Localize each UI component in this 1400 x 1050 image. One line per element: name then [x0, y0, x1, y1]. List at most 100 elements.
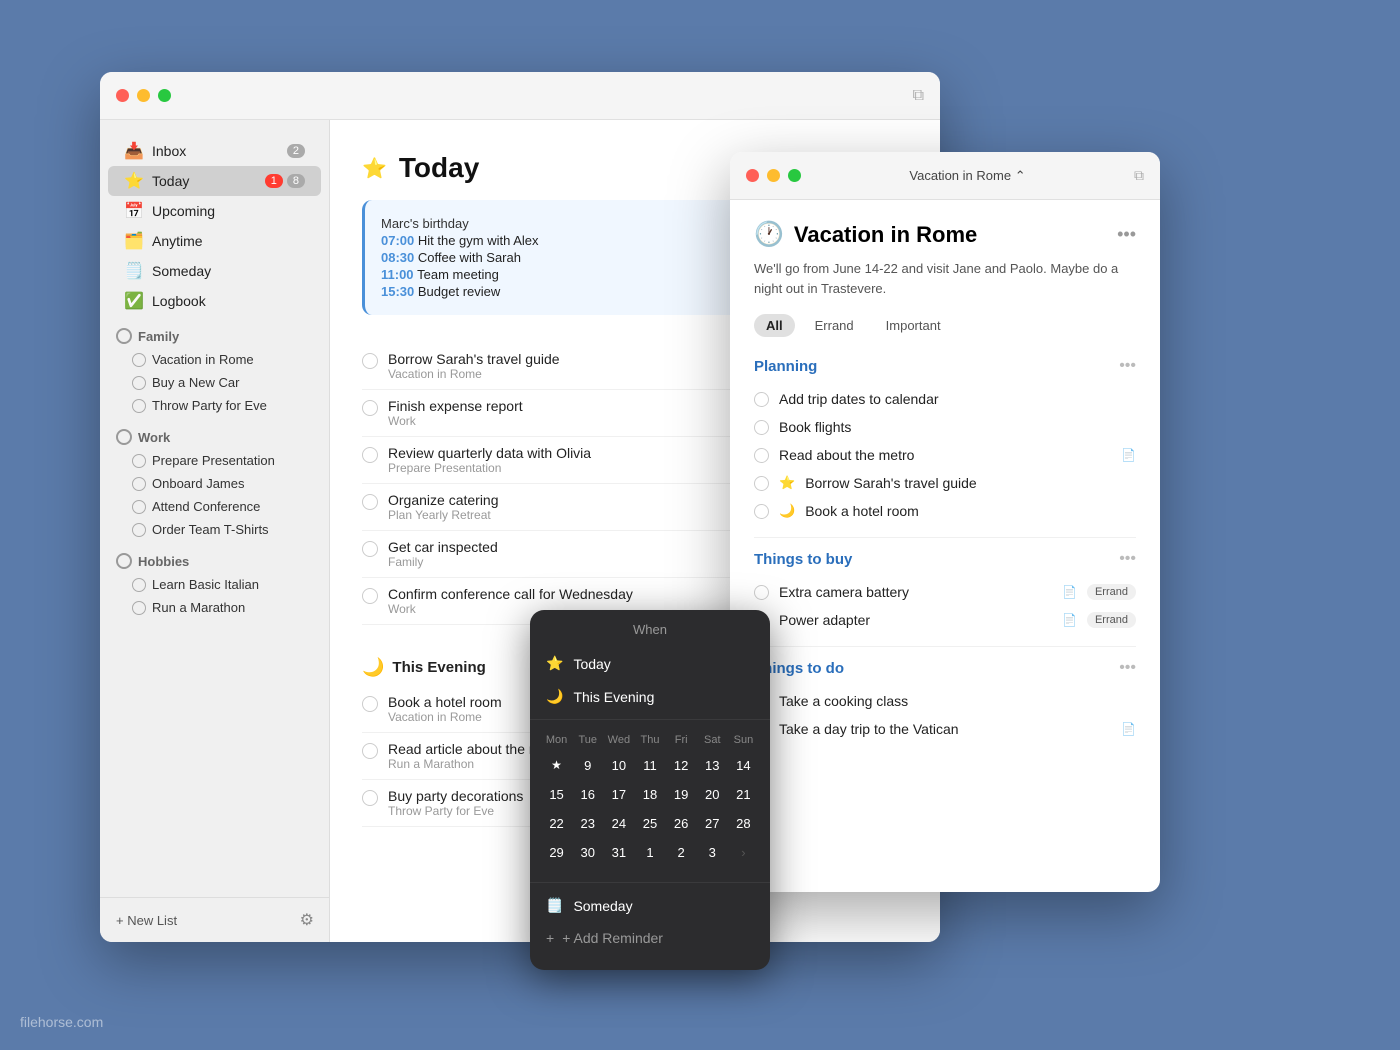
cal-cell[interactable]: 13	[699, 752, 725, 778]
add-reminder-label: + Add Reminder	[562, 930, 663, 946]
cal-cell[interactable]: 25	[637, 810, 663, 836]
settings-icon[interactable]: ⚙	[300, 910, 314, 930]
tag-important[interactable]: Important	[874, 314, 953, 337]
cal-next-month[interactable]: ›	[730, 839, 756, 865]
sidebar-item-upcoming[interactable]: 📅 Upcoming	[108, 196, 321, 226]
cal-cell[interactable]: 14	[730, 752, 756, 778]
cal-cell[interactable]: 21	[730, 781, 756, 807]
rome-buy-checkbox-0[interactable]	[754, 585, 769, 600]
close-button[interactable]	[116, 89, 129, 102]
cal-cell[interactable]: 19	[668, 781, 694, 807]
event-1-time: 07:00	[381, 233, 418, 248]
rome-planning-title[interactable]: Planning	[754, 358, 817, 375]
rome-checkbox-1[interactable]	[754, 420, 769, 435]
sidebar-item-prepare-presentation[interactable]: Prepare Presentation	[100, 449, 329, 472]
rome-things-buy-title[interactable]: Things to buy	[754, 551, 852, 568]
event-3-time: 11:00	[381, 267, 417, 282]
cal-cell[interactable]: 16	[575, 781, 601, 807]
rome-copy-icon[interactable]: ⧉	[1134, 167, 1144, 184]
sidebar-item-order-tshirts[interactable]: Order Team T-Shirts	[100, 518, 329, 541]
minimize-button[interactable]	[137, 89, 150, 102]
cal-cell[interactable]: 28	[730, 810, 756, 836]
task-checkbox-4[interactable]	[362, 541, 378, 557]
rome-things-do-header: Things to do •••	[754, 659, 1136, 677]
cal-cell[interactable]: 31	[606, 839, 632, 865]
task-checkbox-3[interactable]	[362, 494, 378, 510]
evening-sub-2: Throw Party for Eve	[388, 804, 523, 818]
rome-checkbox-2[interactable]	[754, 448, 769, 463]
cal-cell[interactable]: 15	[544, 781, 570, 807]
sidebar-item-someday[interactable]: 🗒️ Someday	[108, 256, 321, 286]
evening-name-2: Buy party decorations	[388, 788, 523, 804]
task-checkbox-0[interactable]	[362, 353, 378, 369]
when-add-reminder[interactable]: + + Add Reminder	[546, 922, 754, 954]
new-list-button[interactable]: + New List	[116, 913, 177, 928]
rome-do-dots[interactable]: •••	[1119, 659, 1136, 677]
rome-task-name-2: Read about the metro	[779, 447, 1111, 463]
rome-more-dots[interactable]: •••	[1117, 224, 1136, 245]
cal-cell[interactable]: 23	[575, 810, 601, 836]
sidebar-item-inbox[interactable]: 📥 Inbox 2	[108, 136, 321, 166]
sidebar-item-logbook[interactable]: ✅ Logbook	[108, 286, 321, 316]
car-label: Buy a New Car	[152, 375, 239, 390]
cal-cell[interactable]: 17	[606, 781, 632, 807]
when-today-option[interactable]: ⭐ Today	[530, 647, 770, 680]
evening-checkbox-0[interactable]	[362, 696, 378, 712]
task-checkbox-2[interactable]	[362, 447, 378, 463]
sidebar-item-buy-car[interactable]: Buy a New Car	[100, 371, 329, 394]
cal-cell[interactable]: 18	[637, 781, 663, 807]
rome-buy-dots[interactable]: •••	[1119, 550, 1136, 568]
cal-cell[interactable]: 30	[575, 839, 601, 865]
task-checkbox-5[interactable]	[362, 588, 378, 604]
cal-star[interactable]: ★	[544, 752, 570, 778]
rome-planning-dots[interactable]: •••	[1119, 357, 1136, 375]
hobbies-circle-icon	[116, 553, 132, 569]
cal-cell[interactable]: 10	[606, 752, 632, 778]
cal-cell[interactable]: 3	[699, 839, 725, 865]
sidebar-item-anytime[interactable]: 🗂️ Anytime	[108, 226, 321, 256]
cal-cell[interactable]: 20	[699, 781, 725, 807]
task-text-0: Borrow Sarah's travel guide Vacation in …	[388, 351, 560, 381]
task-sub-2: Prepare Presentation	[388, 461, 591, 475]
copy-icon[interactable]: ⧉	[913, 87, 924, 105]
rome-checkbox-0[interactable]	[754, 392, 769, 407]
sidebar-item-onboard-james[interactable]: Onboard James	[100, 472, 329, 495]
cal-cell[interactable]: 24	[606, 810, 632, 836]
cal-cell[interactable]: 27	[699, 810, 725, 836]
tag-errand[interactable]: Errand	[803, 314, 866, 337]
rome-minimize-button[interactable]	[767, 169, 780, 182]
tag-all[interactable]: All	[754, 314, 795, 337]
cal-cell[interactable]: 9	[575, 752, 601, 778]
rome-maximize-button[interactable]	[788, 169, 801, 182]
sidebar-item-vacation-rome[interactable]: Vacation in Rome	[100, 348, 329, 371]
sidebar-item-today[interactable]: ⭐ Today 1 8	[108, 166, 321, 196]
cal-cell[interactable]: 22	[544, 810, 570, 836]
rome-checkbox-4[interactable]	[754, 504, 769, 519]
sidebar-item-marathon[interactable]: Run a Marathon	[100, 596, 329, 619]
evening-checkbox-2[interactable]	[362, 790, 378, 806]
rome-checkbox-3[interactable]	[754, 476, 769, 491]
when-someday-option[interactable]: 🗒️ Someday	[546, 889, 754, 922]
vacation-icon	[132, 353, 146, 367]
task-sub-0: Vacation in Rome	[388, 367, 560, 381]
sidebar-item-party-eve[interactable]: Throw Party for Eve	[100, 394, 329, 417]
cal-cell[interactable]: 1	[637, 839, 663, 865]
sidebar-item-italian[interactable]: Learn Basic Italian	[100, 573, 329, 596]
rome-close-button[interactable]	[746, 169, 759, 182]
hobbies-header-label: Hobbies	[138, 554, 189, 569]
sidebar-item-attend-conference[interactable]: Attend Conference	[100, 495, 329, 518]
when-this-evening-option[interactable]: 🌙 This Evening	[530, 680, 770, 713]
conference-label: Attend Conference	[152, 499, 260, 514]
rome-header-row: 🕐 Vacation in Rome •••	[754, 220, 1136, 249]
cal-cell[interactable]: 12	[668, 752, 694, 778]
evening-checkbox-1[interactable]	[362, 743, 378, 759]
task-checkbox-1[interactable]	[362, 400, 378, 416]
cal-cell[interactable]: 29	[544, 839, 570, 865]
cal-row-1: ★ 9 10 11 12 13 14	[542, 752, 758, 778]
cal-cell[interactable]: 2	[668, 839, 694, 865]
cal-cell[interactable]: 11	[637, 752, 663, 778]
cal-cell[interactable]: 26	[668, 810, 694, 836]
logbook-icon: ✅	[124, 291, 144, 311]
rome-panel-title: Vacation in Rome ⌃	[809, 168, 1126, 184]
maximize-button[interactable]	[158, 89, 171, 102]
